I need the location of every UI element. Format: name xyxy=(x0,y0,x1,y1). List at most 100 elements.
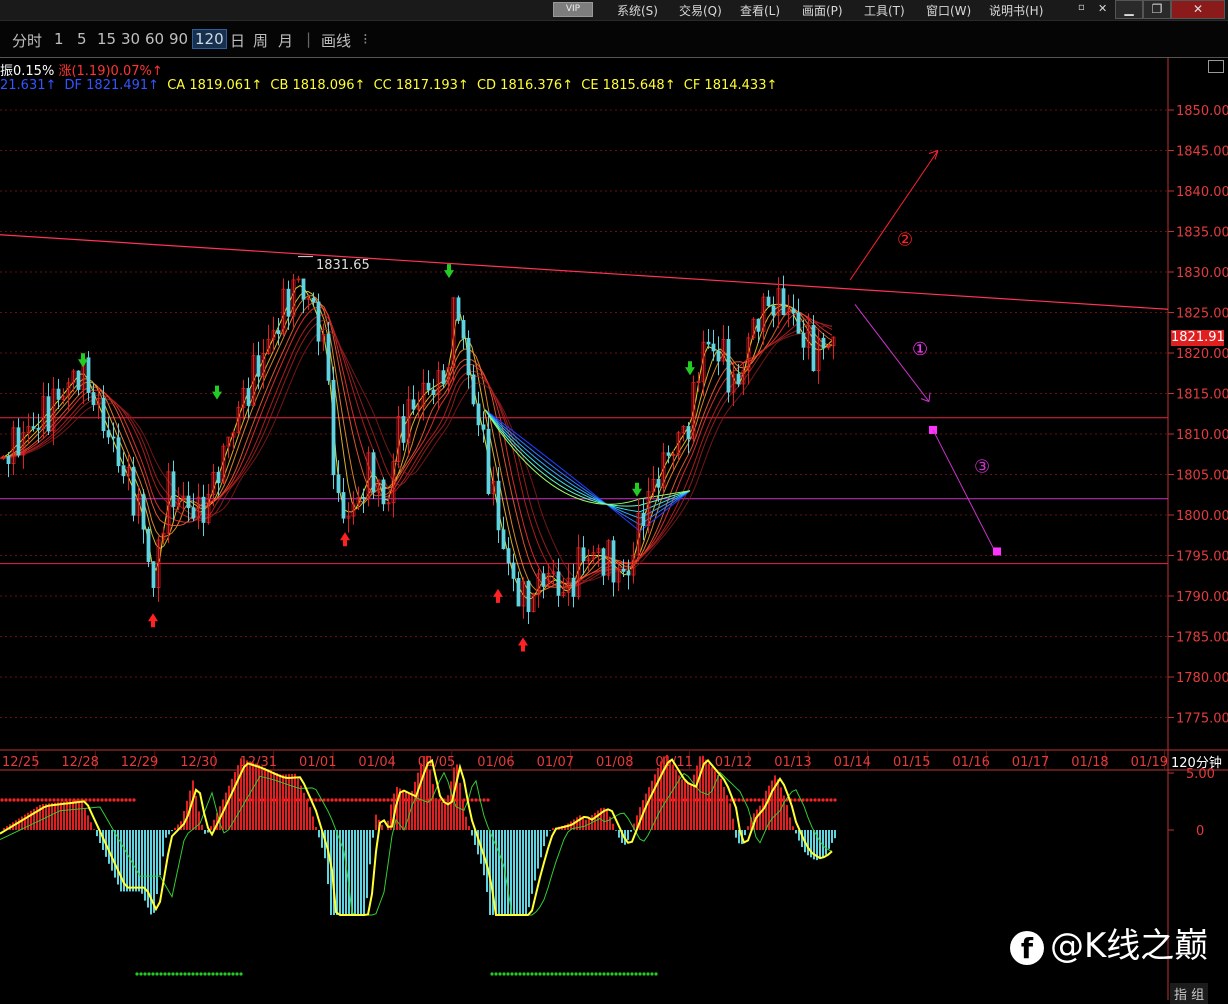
histogram-bar xyxy=(96,830,98,837)
close-small-icon[interactable]: ✕ xyxy=(1098,2,1107,15)
signal-dot xyxy=(590,972,594,976)
bottom-tabs[interactable]: 指 组 xyxy=(1170,983,1209,1004)
histogram-bar xyxy=(234,772,236,830)
signal-dot xyxy=(334,798,338,802)
signal-dot xyxy=(526,972,530,976)
histogram-bar xyxy=(204,830,206,834)
histogram-bar xyxy=(195,795,197,830)
signal-dot xyxy=(151,972,155,976)
signal-dot xyxy=(570,972,574,976)
date-tick-label: 01/08 xyxy=(596,755,633,770)
histogram-bar xyxy=(261,766,263,830)
candle-body xyxy=(121,465,126,477)
watermark: f @K线之巅 xyxy=(1010,918,1208,967)
candle-body xyxy=(471,374,476,405)
histogram-bar xyxy=(126,830,128,892)
candle-body xyxy=(16,427,21,456)
histogram-bar xyxy=(507,830,509,915)
tf-day[interactable]: 日 xyxy=(230,30,245,51)
date-tick-label: 12/28 xyxy=(61,755,98,770)
date-tick-label: 01/01 xyxy=(299,755,336,770)
signal-dot xyxy=(378,798,382,802)
signal-dot xyxy=(518,972,522,976)
signal-dot xyxy=(482,798,486,802)
signal-dot xyxy=(88,798,92,802)
histogram-bar xyxy=(540,830,542,858)
histogram-bar xyxy=(723,786,725,830)
signal-dot xyxy=(634,972,638,976)
histogram-bar xyxy=(288,774,290,830)
histogram-bar xyxy=(108,830,110,864)
signal-dot xyxy=(510,972,514,976)
histogram-bar xyxy=(363,830,365,915)
signal-dot xyxy=(0,798,4,802)
restore-small-icon[interactable]: ▫ xyxy=(1078,2,1085,13)
more-icon[interactable]: ⁝ xyxy=(363,30,368,48)
vip-badge[interactable]: VIP xyxy=(553,2,593,17)
price-tick-label: 1840.00 xyxy=(1176,185,1228,200)
signal-dot xyxy=(650,972,654,976)
ma-line xyxy=(0,295,832,592)
signal-dot xyxy=(195,972,199,976)
tf-month[interactable]: 月 xyxy=(278,30,293,51)
signal-dot xyxy=(12,798,16,802)
histogram-bar xyxy=(612,823,614,830)
tf-15[interactable]: 15 xyxy=(97,30,116,48)
histogram-bar xyxy=(21,816,23,830)
tf-90[interactable]: 90 xyxy=(169,30,188,48)
date-tick-label: 01/07 xyxy=(537,755,574,770)
candle-body xyxy=(361,497,366,499)
toolbar-divider: | xyxy=(306,30,312,48)
signal-dot xyxy=(594,972,598,976)
histogram-bar xyxy=(708,763,710,830)
menu-system[interactable]: 系统(S) xyxy=(617,2,658,19)
buy-signal-icon xyxy=(518,637,528,652)
histogram-bar xyxy=(360,830,362,915)
window-restore-icon[interactable]: ❐ xyxy=(1143,0,1171,19)
histogram-bar xyxy=(822,830,824,857)
candle-body xyxy=(186,495,191,509)
price-tick-label: 1805.00 xyxy=(1176,469,1228,484)
menu-view[interactable]: 查看(L) xyxy=(740,2,780,19)
tf-60[interactable]: 60 xyxy=(145,30,164,48)
signal-dot xyxy=(120,798,124,802)
window-close-icon[interactable]: ✕ xyxy=(1171,0,1225,19)
signal-dot xyxy=(330,798,334,802)
panel-toggle-icon[interactable] xyxy=(1208,60,1224,73)
histogram-bar xyxy=(291,773,293,830)
tf-1[interactable]: 1 xyxy=(54,30,64,48)
minimize-icon[interactable]: ▁ xyxy=(1115,0,1143,19)
histogram-bar xyxy=(159,830,161,876)
draw-line-button[interactable]: 画线 xyxy=(321,30,351,51)
histogram-bar xyxy=(684,780,686,830)
menu-help[interactable]: 说明书(H) xyxy=(989,2,1043,19)
menu-window[interactable]: 窗口(W) xyxy=(926,2,971,19)
candle-body xyxy=(56,388,61,400)
histogram-bar xyxy=(501,830,503,915)
signal-dot xyxy=(566,972,570,976)
candlestick-chart[interactable]: 1831.65②①③ 1850.001845.001840.001835.001… xyxy=(0,58,1228,1000)
ma-cf: CF 1814.433↑ xyxy=(683,78,778,93)
histogram-bar xyxy=(438,800,440,830)
histogram-bar xyxy=(720,778,722,830)
date-tick-label: 01/13 xyxy=(774,755,811,770)
candle-body xyxy=(771,305,776,316)
signal-dot xyxy=(28,798,32,802)
tf-5[interactable]: 5 xyxy=(77,30,87,48)
histogram-bar xyxy=(831,830,833,843)
candle-body xyxy=(791,308,796,314)
ma-line xyxy=(0,285,833,600)
tf-intraday[interactable]: 分时 xyxy=(12,30,42,51)
candle-body xyxy=(486,428,491,495)
tf-week[interactable]: 周 xyxy=(253,30,268,51)
menu-trade[interactable]: 交易(Q) xyxy=(679,2,722,19)
histogram-bar xyxy=(225,792,227,830)
menu-tools[interactable]: 工具(T) xyxy=(864,2,905,19)
tf-120[interactable]: 120 xyxy=(192,29,227,49)
signal-dot xyxy=(374,798,378,802)
signal-dot xyxy=(813,798,817,802)
menu-screen[interactable]: 画面(P) xyxy=(802,2,843,19)
signal-dot xyxy=(554,972,558,976)
tf-30[interactable]: 30 xyxy=(121,30,140,48)
signal-dot xyxy=(52,798,56,802)
